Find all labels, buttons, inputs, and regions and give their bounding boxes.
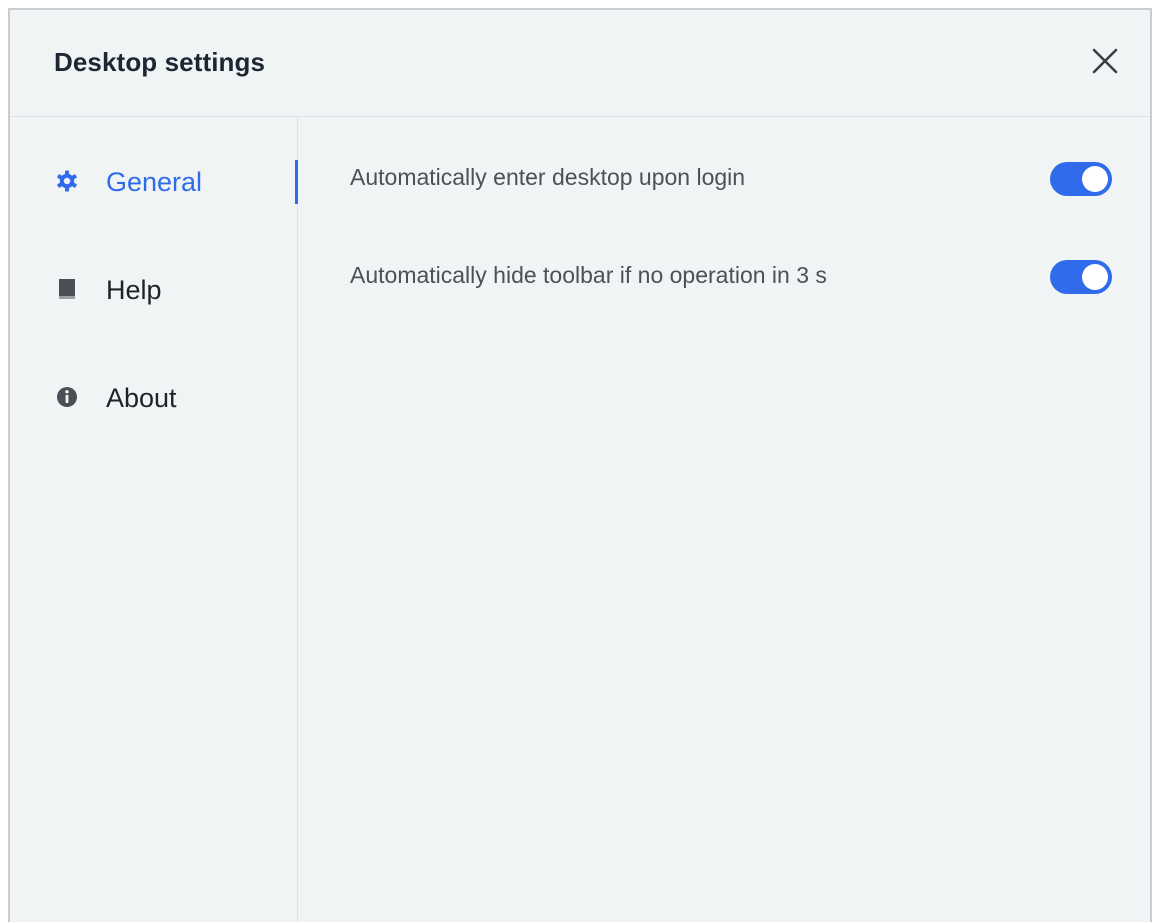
sidebar-item-label: General — [106, 167, 203, 197]
auto-enter-desktop-toggle[interactable] — [1050, 162, 1112, 196]
info-icon — [55, 385, 79, 409]
setting-auto-hide-toolbar: Automatically hide toolbar if no operati… — [298, 243, 1150, 303]
toggle-knob — [1082, 166, 1108, 192]
setting-label: Automatically enter desktop upon login — [350, 164, 746, 190]
sidebar-item-general[interactable]: General — [10, 151, 298, 211]
setting-label: Automatically hide toolbar if no operati… — [350, 262, 827, 288]
setting-auto-enter-desktop: Automatically enter desktop upon login — [298, 145, 1150, 205]
sidebar-item-label: Help — [106, 275, 162, 305]
toggle-knob — [1082, 264, 1108, 290]
dialog-header: Desktop settings — [10, 10, 1150, 117]
settings-panel: Automatically enter desktop upon login A… — [298, 117, 1150, 922]
close-button[interactable] — [1090, 46, 1120, 76]
sidebar-item-help[interactable]: Help — [10, 259, 297, 319]
book-icon — [55, 277, 79, 301]
sidebar-item-label: About — [106, 383, 177, 413]
desktop-settings-dialog: Desktop settings General Help About Auto… — [8, 8, 1152, 922]
gear-icon — [55, 169, 79, 193]
close-icon — [1092, 48, 1118, 74]
dialog-title: Desktop settings — [54, 47, 266, 77]
auto-hide-toolbar-toggle[interactable] — [1050, 260, 1112, 294]
sidebar: General Help About — [10, 117, 298, 922]
sidebar-item-about[interactable]: About — [10, 367, 297, 427]
